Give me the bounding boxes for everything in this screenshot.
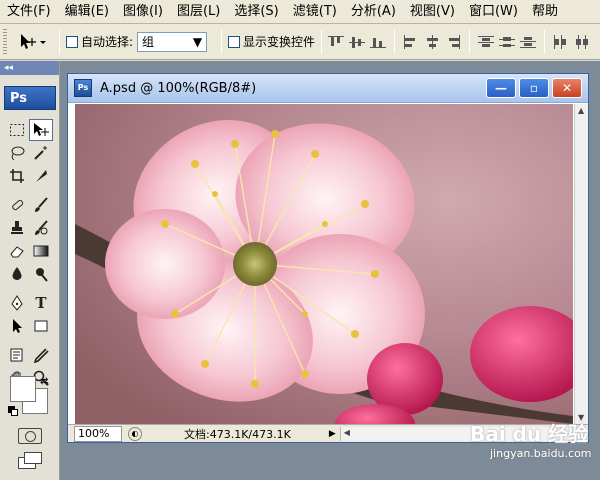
vertical-scrollbar[interactable]: ▲ ▼ (574, 104, 588, 424)
separator (394, 29, 396, 54)
close-button[interactable]: ✕ (552, 78, 582, 98)
clone-stamp-tool-icon[interactable] (5, 217, 29, 239)
menu-analysis[interactable]: 分析(A) (344, 0, 403, 23)
auto-select-value: 组 (142, 35, 155, 49)
menu-window[interactable]: 窗口(W) (462, 0, 525, 23)
document-titlebar[interactable]: Ps A.psd @ 100%(RGB/8#) — ▫ ✕ (68, 74, 588, 103)
align-bottom-edges-icon[interactable] (370, 35, 387, 49)
separator (544, 29, 546, 54)
navigator-icon[interactable]: ◐ (128, 426, 142, 441)
brush-tool-icon[interactable] (29, 194, 53, 216)
move-tool-icon[interactable] (29, 118, 53, 141)
gradient-tool-icon[interactable] (29, 240, 53, 262)
document-icon: Ps (74, 79, 92, 97)
show-transform-checkbox[interactable] (228, 35, 241, 48)
eyedropper-tool-icon[interactable] (29, 344, 53, 366)
show-transform-label: 显示变换控件 (243, 35, 316, 49)
magic-wand-tool-icon[interactable] (29, 142, 53, 164)
align-top-edges-icon[interactable] (328, 35, 345, 49)
quick-mask-icon[interactable] (18, 428, 42, 444)
distribute-horizontal-centers-icon[interactable] (574, 34, 590, 49)
separator (221, 29, 223, 54)
distribute-top-edges-icon[interactable] (478, 35, 495, 49)
separator (469, 29, 471, 54)
swap-colors-icon[interactable]: ⇄ (40, 376, 48, 387)
document-window: Ps A.psd @ 100%(RGB/8#) — ▫ ✕ ▲ ▼ 100% ◐… (67, 73, 589, 443)
document-info: 文档:473.1K/473.1K (184, 427, 291, 441)
auto-select-dropdown[interactable]: 组 ▼ (137, 31, 208, 52)
path-selection-tool-icon[interactable] (5, 315, 29, 337)
window-buttons: — ▫ ✕ (486, 78, 582, 98)
align-right-edges-icon[interactable] (445, 34, 461, 49)
menu-layer[interactable]: 图层(L) (170, 0, 227, 23)
screen-mode-icon[interactable] (18, 452, 44, 470)
menu-file[interactable]: 文件(F) (0, 0, 58, 23)
scroll-left-icon[interactable]: ◀ (344, 428, 350, 437)
color-swatches: ⇄ (8, 376, 54, 420)
maximize-button[interactable]: ▫ (519, 78, 549, 98)
menu-select[interactable]: 选择(S) (227, 0, 285, 23)
baidu-url: jingyan.baidu.com (490, 447, 592, 460)
crop-tool-icon[interactable] (5, 165, 29, 187)
auto-select-checkbox[interactable] (66, 35, 78, 48)
menu-image[interactable]: 图像(I) (116, 0, 170, 23)
distribute-vertical-centers-icon[interactable] (499, 35, 516, 49)
options-bar-grip[interactable] (3, 28, 7, 55)
plum-blossom-image (75, 104, 573, 424)
toolbox-collapse[interactable]: ◂◂ (0, 61, 59, 75)
menu-bar: 文件(F) 编辑(E) 图像(I) 图层(L) 选择(S) 滤镜(T) 分析(A… (0, 0, 600, 24)
tool-grid: T (5, 118, 57, 389)
separator (59, 29, 60, 54)
options-bar: 自动选择: 组 ▼ 显示变换控件 (0, 24, 600, 60)
dodge-tool-icon[interactable] (29, 263, 53, 285)
distribute-bottom-edges-icon[interactable] (520, 35, 537, 49)
history-brush-tool-icon[interactable] (29, 217, 53, 239)
status-menu-triangle-icon[interactable]: ▶ (329, 429, 336, 439)
slice-tool-icon[interactable] (29, 165, 53, 187)
menu-edit[interactable]: 编辑(E) (58, 0, 116, 23)
ps-logo[interactable]: Ps (4, 86, 56, 110)
toolbox: ◂◂ Ps T ⇄ (0, 61, 60, 480)
baidu-logo: Bai du 经验 (470, 422, 589, 446)
align-left-edges-icon[interactable] (403, 34, 419, 49)
baidu-watermark: Bai du 经验 jingyan.baidu.com (470, 418, 600, 478)
chevron-down-icon: ▼ (192, 34, 203, 49)
rectangle-tool-icon[interactable] (29, 315, 53, 337)
default-colors-icon[interactable] (8, 406, 18, 416)
blur-tool-icon[interactable] (5, 263, 29, 285)
align-buttons (328, 29, 590, 54)
menu-help[interactable]: 帮助 (525, 0, 565, 23)
zoom-level-field[interactable]: 100% (74, 425, 122, 442)
scroll-up-icon[interactable]: ▲ (578, 106, 584, 115)
separator (321, 29, 323, 54)
eraser-tool-icon[interactable] (5, 240, 29, 262)
marquee-tool-icon[interactable] (5, 119, 29, 141)
pen-tool-icon[interactable] (5, 292, 29, 314)
menu-filter[interactable]: 滤镜(T) (286, 0, 344, 23)
menu-view[interactable]: 视图(V) (403, 0, 462, 23)
align-horizontal-centers-icon[interactable] (424, 34, 440, 49)
minimize-button[interactable]: — (486, 78, 516, 98)
healing-brush-tool-icon[interactable] (5, 194, 29, 216)
foreground-color[interactable] (10, 376, 36, 402)
move-tool-icon (21, 33, 46, 49)
notes-tool-icon[interactable] (5, 344, 29, 366)
align-vertical-centers-icon[interactable] (349, 35, 366, 49)
document-title: A.psd @ 100%(RGB/8#) (100, 80, 257, 96)
lasso-tool-icon[interactable] (5, 142, 29, 164)
distribute-left-edges-icon[interactable] (553, 34, 569, 49)
image-canvas[interactable] (75, 104, 573, 424)
tool-preset-picker[interactable] (13, 28, 53, 56)
auto-select-label: 自动选择: (81, 35, 134, 49)
type-tool-icon[interactable]: T (29, 292, 53, 314)
